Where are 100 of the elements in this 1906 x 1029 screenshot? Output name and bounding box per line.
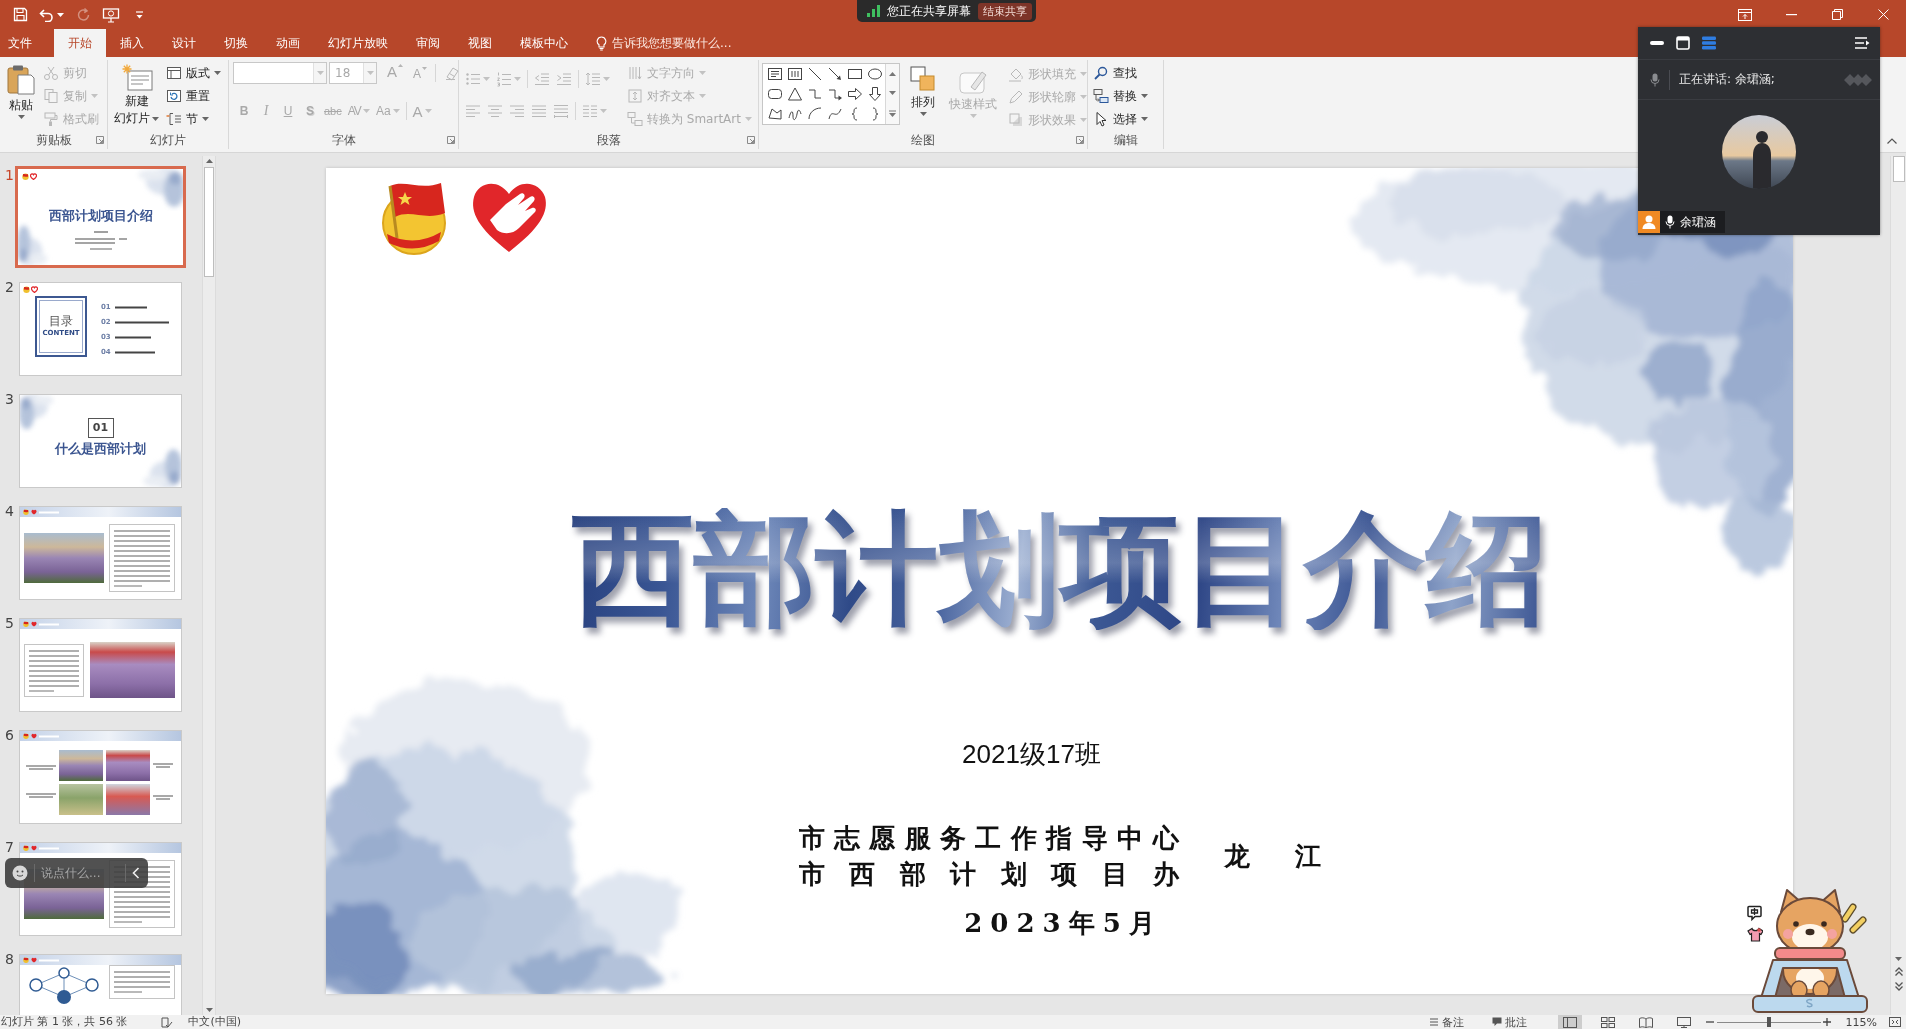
ribbon-tab[interactable]: 插入 [106,29,158,57]
scroll-down-icon[interactable] [205,1008,213,1012]
end-share-button[interactable]: 结束共享 [978,2,1032,20]
undo-icon [39,7,54,22]
ribbon-tab[interactable]: 审阅 [402,29,454,57]
text-lines-drawing [109,524,175,592]
section-button[interactable]: 节 [164,108,223,130]
arrange-icon [909,65,937,93]
oval-icon[interactable] [867,66,883,82]
down-arrow-icon[interactable] [867,86,883,102]
speaker-name: 龙江 [1223,840,1321,873]
scroll-down-icon[interactable] [889,90,896,95]
reset-button[interactable]: 重置 [164,85,223,107]
decrease-indent-icon [534,71,550,87]
chat-bar[interactable]: 说点什么... [5,858,148,888]
fit-to-window-button[interactable] [1889,1015,1901,1029]
slide-thumbnail[interactable] [19,506,182,600]
minimize-icon[interactable] [1650,41,1664,45]
caret-up-icon [398,64,403,67]
scroll-up-icon[interactable] [205,159,213,163]
freeform-icon[interactable] [767,106,783,122]
ribbon-tab[interactable]: 文件 [0,29,40,57]
next-slide-icon[interactable] [1894,982,1903,991]
stacked-layout-icon[interactable] [1702,36,1716,50]
arc-icon[interactable] [807,106,823,122]
chevron-left-icon[interactable] [132,867,140,879]
layout-button[interactable]: 版式 [164,62,223,84]
slide-thumbnail[interactable] [19,618,182,712]
scissors-icon [43,65,59,81]
scrollbar-thumb[interactable] [204,167,214,277]
window-icon[interactable] [1676,36,1690,50]
line-icon[interactable] [807,66,823,82]
more-icon[interactable] [889,109,896,117]
chat-input-field[interactable]: 说点什么... [41,863,119,883]
elbow-arrow-icon[interactable] [827,86,843,102]
text-line-drawing [115,305,147,309]
previous-slide-icon[interactable] [1894,967,1903,976]
increase-indent-icon [556,71,572,87]
notes-button[interactable]: 备注 [1428,1015,1464,1029]
microphone-icon[interactable] [1650,72,1660,87]
ribbon-tab[interactable]: 幻灯片放映 [314,29,402,57]
arrange-button[interactable]: 排列 [906,63,940,116]
ribbon-tab[interactable]: 切换 [210,29,262,57]
find-button[interactable]: 查找 [1091,62,1150,84]
curve-icon[interactable] [827,106,843,122]
cursor-icon [1093,111,1109,127]
zoom-level-button[interactable]: 115% [1845,1015,1877,1029]
zoom-in-button[interactable] [1822,1015,1831,1029]
caret-up-icon[interactable] [1887,138,1897,144]
text-lines-drawing [24,643,84,697]
new-slide-button[interactable]: 新建 幻灯片 [111,62,162,126]
arrow-line-icon[interactable] [827,66,843,82]
select-button[interactable]: 选择 [1091,108,1150,130]
slide-count: 幻灯片 第 1 张，共 56 张 [1,1015,128,1029]
normal-view-icon [1562,1016,1577,1028]
dialog-launcher-icon[interactable] [1076,136,1084,144]
smiley-icon[interactable] [12,865,28,881]
ribbon-tab[interactable]: 设计 [158,29,210,57]
spelling-button[interactable] [161,1015,174,1029]
participant-name: 余珺涵 [1680,213,1716,231]
ribbon-tab[interactable]: 视图 [454,29,506,57]
scroll-down-icon[interactable] [1895,957,1902,961]
diamonds-icon [1842,71,1872,88]
shirt-icon [1747,927,1763,942]
ribbon-tab[interactable]: 模板中心 [506,29,582,57]
comments-button[interactable]: 批注 [1491,1015,1527,1029]
slide-thumbnail[interactable]: 西部计划项目介绍 [15,166,186,268]
dialog-launcher-icon[interactable] [96,136,104,144]
slide-number: 6 [4,727,15,743]
rounded-rectangle-icon[interactable] [767,86,783,102]
normal-view-button[interactable] [1557,1015,1582,1029]
emblem-icon [23,509,29,515]
distributed-icon [553,103,569,119]
section-number: 01 [87,418,114,438]
minimize-icon [1785,13,1797,16]
paste-button[interactable]: 粘贴 [3,62,39,119]
slide-number: 8 [4,951,15,967]
text-box-icon[interactable] [767,66,783,82]
slider-thumb[interactable] [1766,1017,1771,1027]
slide-number: 3 [4,391,15,407]
ribbon-tab[interactable]: 动画 [262,29,314,57]
zoom-slider[interactable] [1716,1016,1821,1028]
menu-icon[interactable] [1854,36,1870,50]
photo-placeholder [106,749,150,781]
scroll-up-icon[interactable] [889,71,896,76]
ribbon-tab[interactable]: 开始 [54,29,106,57]
fit-window-icon [1889,1017,1901,1027]
right-arrow-icon[interactable] [847,86,863,102]
rectangle-icon[interactable] [847,66,863,82]
new-slide-icon [120,64,153,92]
heart-icon [31,509,37,515]
tell-me-field[interactable]: 告诉我您想要做什么... [596,29,738,57]
triangle-icon[interactable] [787,86,803,102]
vertical-text-box-icon[interactable] [787,66,803,82]
slide-thumbnail[interactable] [19,730,182,824]
slide-thumbnail[interactable]: 01 什么是西部计划 [19,394,182,488]
slide-number: 1 [4,167,15,183]
ribbon-options-icon [1738,8,1752,21]
replace-button[interactable]: 替换 [1091,85,1150,107]
scrollbar-thumb[interactable] [1892,156,1905,182]
